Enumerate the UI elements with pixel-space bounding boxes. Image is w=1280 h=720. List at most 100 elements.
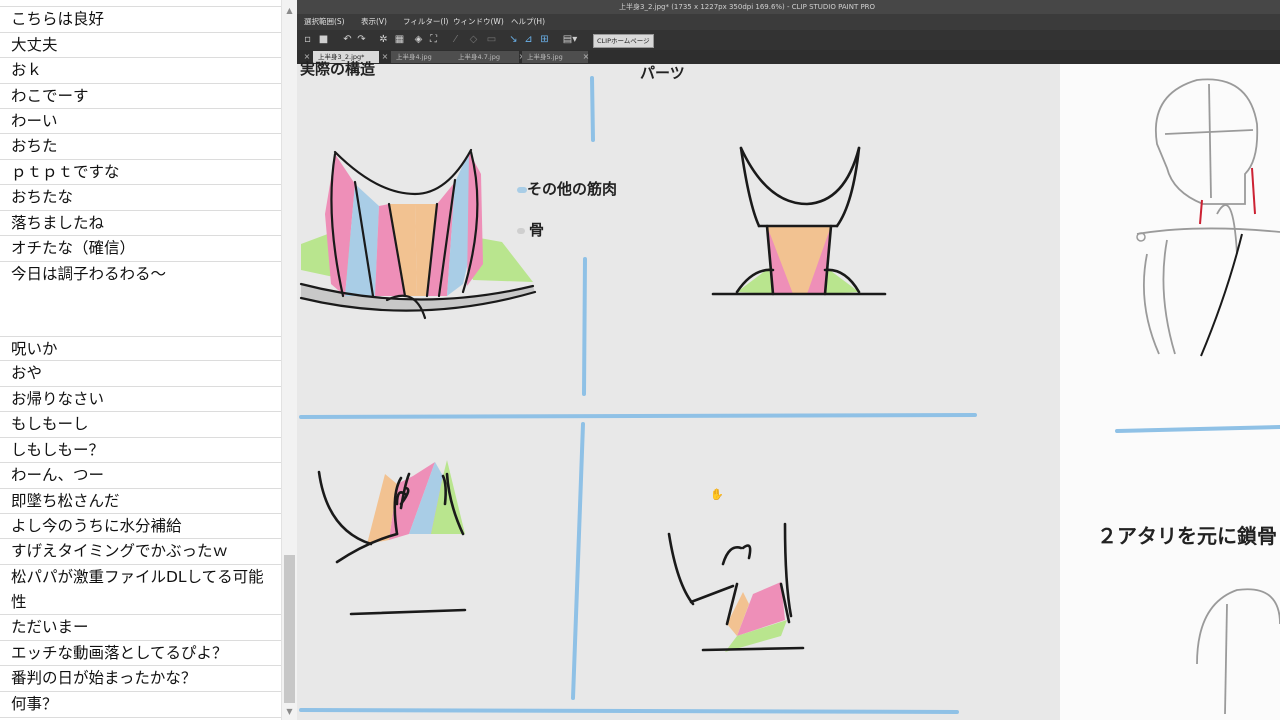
window-title: 上半身3_2.jpg* (1735 x 1227px 350dpi 169.6%… (619, 3, 876, 11)
comment-row: わーい (0, 109, 281, 134)
comment-row: おちた (0, 134, 281, 160)
comment-text: 即墜ち松さんだ (11, 492, 120, 510)
comment-row: おや (0, 361, 281, 387)
comment-row: こちらは良好 (0, 7, 281, 33)
comment-row: よし今のうちに水分補給 (0, 514, 281, 539)
tab-jyouhanshin-4-7[interactable]: 上半身4.7.jpg (453, 51, 519, 63)
legend-muscle-text: その他の筋肉 (527, 180, 618, 198)
comment-text: エッチな動画落としてるぴよ？ (11, 644, 228, 662)
comment-text: オチたな（確信） (11, 239, 136, 257)
show-selection-icon[interactable]: ▭ (485, 33, 498, 46)
caption-right: ２アタリを元に鎖骨 (1097, 524, 1277, 548)
comment-row: わこでーす (0, 84, 281, 109)
label-actual-structure: 実際の構造 (300, 60, 376, 78)
comment-text: おちたな (11, 188, 74, 206)
comment-row: 即墜ち松さんだ (0, 489, 281, 514)
menu-bar: 選択範囲(S) 表示(V) フィルター(I) ウィンドウ(W) ヘルプ(H) (297, 14, 1280, 30)
scroll-down-arrow-icon[interactable]: ▼ (282, 704, 297, 719)
comment-text: おちた (11, 137, 58, 155)
clear-icon[interactable]: ✲ (377, 33, 390, 46)
command-bar: ▫ ■ ↶ ↷ ✲ ▦ ◈ ⛶ ⁄ ◇ ▭ ↘ ⊿ ⊞ ▤▾ CLIPホームペー… (297, 30, 1280, 50)
comment-row: エッチな動画落としてるぴよ？ (0, 641, 281, 666)
hand-cursor-icon: ✋ (710, 488, 724, 501)
clear-outside-icon[interactable]: ▦ (393, 33, 406, 46)
tab-jyouhanshin-4[interactable]: 上半身4.jpg (391, 51, 457, 63)
comment-text: おや (11, 364, 43, 382)
menu-view[interactable]: 表示(V) (361, 14, 387, 30)
tab-close-icon[interactable]: × (581, 51, 591, 63)
clip-studio-window: 上半身3_2.jpg* (1735 x 1227px 350dpi 169.6%… (297, 0, 1280, 720)
comment-row: 大丈夫 (0, 33, 281, 58)
tab-label: 上半身4.jpg (396, 53, 432, 61)
comment-text: 今日は調子わるわる～ (11, 265, 167, 283)
drawing-canvas[interactable]: 実際の構造 パーツ その他の筋肉 骨 ２アタリを元に鎖骨 ✋ (297, 60, 1280, 720)
comment-text: 松パパが激重ファイルDLしてる可能性 (11, 568, 264, 611)
comment-scrollbar[interactable]: ▲ ▼ (281, 0, 297, 720)
legend-other-muscles: その他の筋肉 (517, 178, 617, 199)
comment-row: わーん、つー (0, 463, 281, 489)
save-icon[interactable]: ■ (317, 33, 330, 46)
comment-row: 何事？ (0, 692, 281, 718)
comment-text: 大丈夫 (11, 36, 58, 54)
comment-text: お帰りなさい (11, 390, 105, 408)
comment-text: わーい (11, 112, 58, 130)
comment-text: ただいまー (11, 618, 89, 636)
tab-label: 上半身4.7.jpg (458, 53, 500, 61)
scroll-up-arrow-icon[interactable]: ▲ (282, 3, 297, 18)
comment-text: 呪いか (11, 340, 58, 358)
legend-bone: 骨 (517, 219, 544, 240)
comment-row: 呪いか (0, 337, 281, 361)
tab-close-icon[interactable]: × (380, 51, 390, 63)
clip-homepage-button[interactable]: CLIPホームページ (593, 34, 654, 48)
comment-row: ただいまー (0, 615, 281, 641)
menu-select[interactable]: 選択範囲(S) (304, 14, 345, 30)
comment-list: こちらは良好 大丈夫 おｋ わこでーす わーい おちた ｐｔｐｔですな おちたな… (0, 0, 281, 720)
tab-label: 上半身5.jpg (527, 53, 563, 61)
settings-dropdown-icon[interactable]: ▤▾ (559, 33, 581, 46)
comment-row: おちたな (0, 185, 281, 211)
comment-row: 松パパが激重ファイルDLしてる可能性 (0, 565, 281, 615)
comment-row: ｐｔｐｔですな (0, 160, 281, 185)
comment-row: すげえタイミングでかぶったｗ (0, 539, 281, 565)
comment-row: 落ちましたね (0, 211, 281, 236)
comment-row: お帰りなさい (0, 387, 281, 412)
neck-anatomy-drawing (299, 76, 1280, 715)
redo-icon[interactable]: ↷ (355, 33, 368, 46)
document-tabs: × 上半身3_2.jpg* × 上半身4.jpg × 上半身4.7.jpg × … (297, 50, 1280, 64)
comment-text: もしもーし (11, 415, 89, 433)
snap-ruler-icon[interactable]: ↘ (507, 33, 520, 46)
comment-text: ｐｔｐｔですな (11, 163, 120, 181)
comment-text: こちらは良好 (11, 10, 105, 28)
scroll-thumb[interactable] (284, 555, 295, 703)
comment-text: 番判の日が始まったかな？ (11, 669, 197, 687)
label-parts: パーツ (640, 64, 685, 82)
comment-text: わこでーす (11, 87, 89, 105)
undo-icon[interactable]: ↶ (341, 33, 354, 46)
fill-icon[interactable]: ◈ (412, 33, 425, 46)
invert-selection-icon[interactable]: ◇ (467, 33, 480, 46)
menu-window[interactable]: ウィンドウ(W) (453, 14, 504, 30)
comment-text: すげえタイミングでかぶったｗ (11, 542, 229, 560)
comment-panel: こちらは良好 大丈夫 おｋ わこでーす わーい おちた ｐｔｐｔですな おちたな… (0, 0, 297, 720)
comment-text: 落ちましたね (11, 214, 105, 232)
comment-text: 何事？ (11, 695, 58, 713)
snap-grid-icon[interactable]: ⊞ (538, 33, 551, 46)
menu-help[interactable]: ヘルプ(H) (511, 14, 545, 30)
comment-row-partial (0, 0, 281, 7)
snap-special-ruler-icon[interactable]: ⊿ (522, 33, 535, 46)
comment-text: しもしもー？ (11, 441, 105, 459)
deselect-icon[interactable]: ⁄ (449, 33, 462, 46)
legend-gray-swatch-icon (517, 227, 525, 234)
comment-row: 番判の日が始まったかな？ (0, 666, 281, 692)
comment-text: わーん、つー (11, 466, 105, 484)
comment-row: 今日は調子わるわる～ (0, 262, 281, 337)
new-file-icon[interactable]: ▫ (301, 33, 314, 46)
tab-jyouhanshin-5[interactable]: 上半身5.jpg (522, 51, 588, 63)
comment-row: オチたな（確信） (0, 236, 281, 262)
comment-text: よし今のうちに水分補給 (11, 517, 182, 535)
transform-icon[interactable]: ⛶ (427, 33, 440, 46)
comment-row: しもしもー？ (0, 438, 281, 463)
comment-text: おｋ (11, 61, 43, 79)
menu-filter[interactable]: フィルター(I) (403, 14, 448, 30)
legend-bone-text: 骨 (529, 221, 545, 239)
